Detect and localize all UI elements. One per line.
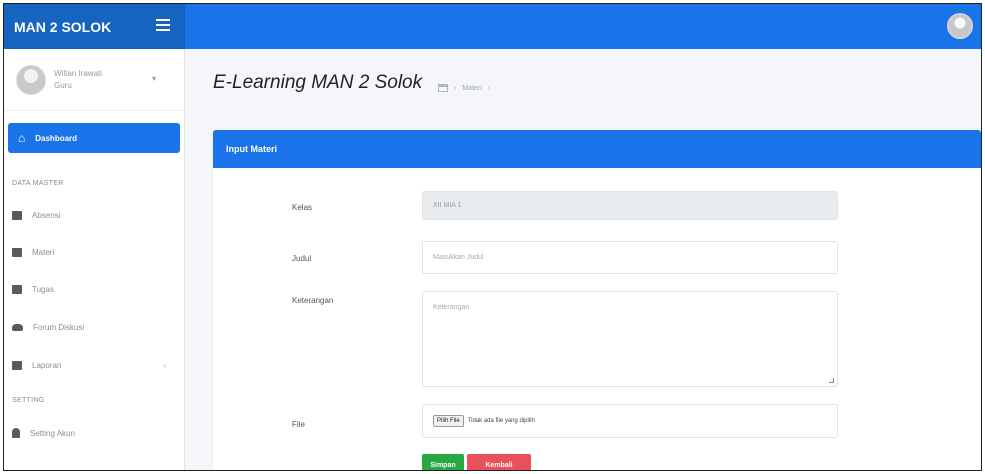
sidebar-item-dashboard[interactable]: ⌂ Dashboard [8,123,180,153]
sidebar-item-forum[interactable]: Forum Diskusi [12,317,180,337]
home-icon[interactable] [438,84,448,92]
app-window: MAN 2 SOLOK Wiltan Irawati Guru ▾ ⌂ Dash… [3,3,982,471]
chevron-left-icon: ‹ [163,360,166,370]
resize-handle-icon[interactable] [829,378,834,383]
sidebar-item-setting-akun[interactable]: Setting Akun [12,423,180,443]
sidebar-item-tugas[interactable]: Tugas [12,279,180,299]
breadcrumb-item[interactable]: Materi [462,85,481,92]
kelas-field: XII MIA 1 [422,191,838,220]
kelas-label: Kelas [292,203,313,212]
judul-input[interactable]: Masukkan Judul [422,241,838,274]
file-status: Tidak ada file yang dipilih [467,418,535,424]
keterangan-textarea[interactable]: Keterangan [422,291,838,387]
user-icon [12,428,20,438]
sidebar: Wiltan Irawati Guru ▾ ⌂ Dashboard DATA M… [4,49,185,470]
keterangan-label: Keterangan [292,296,334,305]
user-panel[interactable]: Wiltan Irawati Guru ▾ [4,49,184,111]
nav-section-header: DATA MASTER [12,180,64,187]
sidebar-item-label: Dashboard [35,133,78,143]
card-title: Input Materi [213,130,981,168]
page-title: E-Learning MAN 2 Solok [213,72,423,93]
save-button[interactable]: Simpan [422,454,464,470]
file-label: File [292,420,305,429]
home-icon: ⌂ [18,131,26,145]
user-name: Wiltan Irawati [54,68,103,78]
sidebar-item-laporan[interactable]: Laporan ‹ [12,355,180,375]
choose-file-button[interactable]: Pilih File [433,415,464,427]
top-navbar: MAN 2 SOLOK [4,4,981,49]
sidebar-item-absensi[interactable]: Absensi [12,205,180,225]
avatar [16,64,46,95]
user-role: Guru [54,80,72,90]
user-avatar-top[interactable] [947,13,973,39]
table-icon [12,360,22,370]
edit-icon [12,247,22,257]
file-input[interactable]: Pilih File Tidak ada file yang dipilih [422,404,838,438]
judul-label: Judul [292,254,312,263]
hamburger-menu-icon[interactable] [156,19,170,32]
edit-icon [12,210,22,220]
edit-icon [12,284,22,294]
sidebar-item-materi[interactable]: Materi [12,242,180,262]
cloud-icon [12,323,23,331]
breadcrumb: › Materi › [438,84,490,92]
chevron-down-icon: ▾ [152,74,157,83]
cancel-button[interactable]: Kembali [467,454,531,470]
nav-section-header: SETTING [12,397,45,404]
